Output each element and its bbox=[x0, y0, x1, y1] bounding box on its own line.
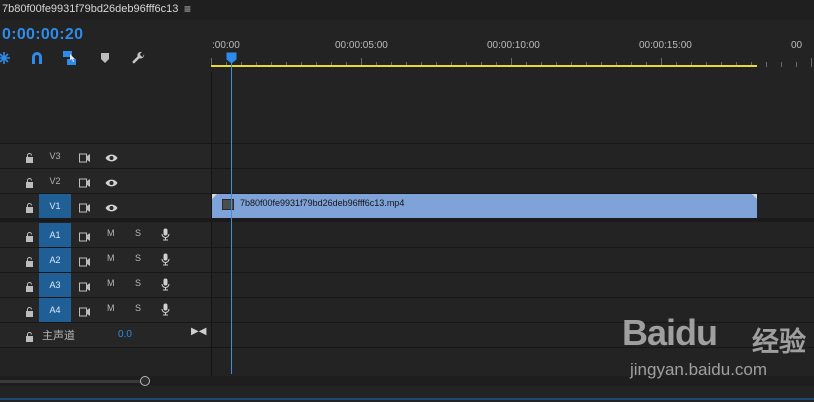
baidu-logo: Baidu bbox=[622, 312, 718, 353]
timeline-panel: 7b80f00fe9931f79bd26deb96fff6c13 ≡ 0:00:… bbox=[0, 0, 814, 402]
clip-name: 7b80f00fe9931f79bd26deb96fff6c13.mp4 bbox=[240, 198, 405, 208]
eye-icon[interactable] bbox=[105, 200, 118, 218]
playhead-timecode[interactable]: 0:00:00:20 bbox=[2, 26, 83, 44]
lock-icon[interactable] bbox=[25, 279, 34, 297]
track-label[interactable]: V2 bbox=[39, 169, 71, 193]
sync-lock-icon[interactable] bbox=[79, 175, 91, 193]
clip-in-marker bbox=[212, 194, 217, 199]
mute-button[interactable]: M bbox=[107, 278, 115, 288]
track-v3: V3 bbox=[0, 144, 814, 168]
panel-header: 7b80f00fe9931f79bd26deb96fff6c13 ≡ bbox=[0, 0, 814, 20]
lock-icon[interactable] bbox=[25, 150, 34, 168]
lock-icon[interactable] bbox=[25, 329, 34, 347]
clip-out-marker bbox=[752, 194, 757, 199]
track-label[interactable]: A4 bbox=[39, 298, 71, 322]
sync-lock-icon[interactable] bbox=[79, 150, 91, 168]
track-lane[interactable] bbox=[212, 248, 814, 272]
mute-button[interactable]: M bbox=[107, 253, 115, 263]
microphone-icon[interactable] bbox=[161, 303, 170, 321]
baidu-watermark: Baidu 经验 jingyan.baidu.com bbox=[622, 312, 812, 384]
track-lane[interactable] bbox=[212, 223, 814, 247]
playhead-line[interactable] bbox=[231, 62, 232, 374]
watermark-url: jingyan.baidu.com bbox=[630, 360, 768, 379]
track-label[interactable]: A1 bbox=[39, 223, 71, 247]
video-audio-divider[interactable] bbox=[211, 218, 814, 222]
sync-lock-icon[interactable] bbox=[79, 279, 91, 297]
track-a3: A3 M S bbox=[0, 273, 814, 297]
microphone-icon[interactable] bbox=[161, 228, 170, 246]
track-lane[interactable] bbox=[212, 169, 814, 193]
snap-icon[interactable] bbox=[0, 50, 12, 66]
video-audio-divider-head bbox=[0, 218, 211, 222]
fx-icon bbox=[222, 199, 234, 210]
lock-icon[interactable] bbox=[25, 229, 34, 247]
track-lane[interactable] bbox=[212, 273, 814, 297]
add-marker-icon[interactable] bbox=[97, 50, 113, 66]
track-label[interactable]: V1 bbox=[39, 194, 71, 218]
track-lane[interactable] bbox=[212, 144, 814, 168]
track-a1: A1 M S bbox=[0, 223, 814, 247]
solo-button[interactable]: S bbox=[135, 303, 141, 313]
work-area-bar[interactable] bbox=[211, 65, 757, 67]
ruler-label: 00:00:15:00 bbox=[639, 40, 692, 51]
sync-lock-icon[interactable] bbox=[79, 254, 91, 272]
master-volume-value[interactable]: 0.0 bbox=[118, 329, 132, 340]
linked-selection-icon[interactable] bbox=[62, 50, 78, 66]
sync-lock-icon[interactable] bbox=[79, 200, 91, 218]
wrench-icon[interactable] bbox=[130, 50, 146, 66]
solo-button[interactable]: S bbox=[135, 228, 141, 238]
video-clip[interactable]: 7b80f00fe9931f79bd26deb96fff6c13.mp4 bbox=[212, 194, 757, 218]
hamburger-icon[interactable]: ≡ bbox=[184, 2, 191, 16]
lock-icon[interactable] bbox=[25, 200, 34, 218]
mute-button[interactable]: M bbox=[107, 303, 115, 313]
track-v2: V2 bbox=[0, 169, 814, 193]
lock-icon[interactable] bbox=[25, 175, 34, 193]
lock-icon[interactable] bbox=[25, 254, 34, 272]
ruler-label: :00:00 bbox=[212, 40, 240, 51]
solo-button[interactable]: S bbox=[135, 278, 141, 288]
track-a2: A2 M S bbox=[0, 248, 814, 272]
sync-lock-icon[interactable] bbox=[79, 304, 91, 322]
ruler-label: 00:00:10:00 bbox=[487, 40, 540, 51]
mute-button[interactable]: M bbox=[107, 228, 115, 238]
watermark-cn: 经验 bbox=[752, 327, 806, 358]
eye-icon[interactable] bbox=[105, 150, 118, 168]
sequence-tab[interactable]: 7b80f00fe9931f79bd26deb96fff6c13 bbox=[2, 3, 178, 15]
solo-button[interactable]: S bbox=[135, 253, 141, 263]
ruler-label: 00 bbox=[791, 40, 803, 51]
panel-focus-bar bbox=[0, 398, 814, 400]
magnet-icon[interactable] bbox=[29, 50, 45, 66]
ruler-label: 00:00:05:00 bbox=[335, 40, 388, 51]
scroll-track[interactable] bbox=[0, 380, 144, 383]
lock-icon[interactable] bbox=[25, 304, 34, 322]
track-label[interactable]: V3 bbox=[39, 144, 71, 168]
eye-icon[interactable] bbox=[105, 175, 118, 193]
bowtie-icon[interactable]: ▶◀ bbox=[191, 326, 206, 337]
microphone-icon[interactable] bbox=[161, 253, 170, 271]
microphone-icon[interactable] bbox=[161, 278, 170, 296]
track-label[interactable]: A2 bbox=[39, 248, 71, 272]
sync-lock-icon[interactable] bbox=[79, 229, 91, 247]
scroll-handle[interactable] bbox=[140, 376, 150, 386]
track-label[interactable]: A3 bbox=[39, 273, 71, 297]
master-track-label: 主声道 bbox=[42, 330, 75, 342]
